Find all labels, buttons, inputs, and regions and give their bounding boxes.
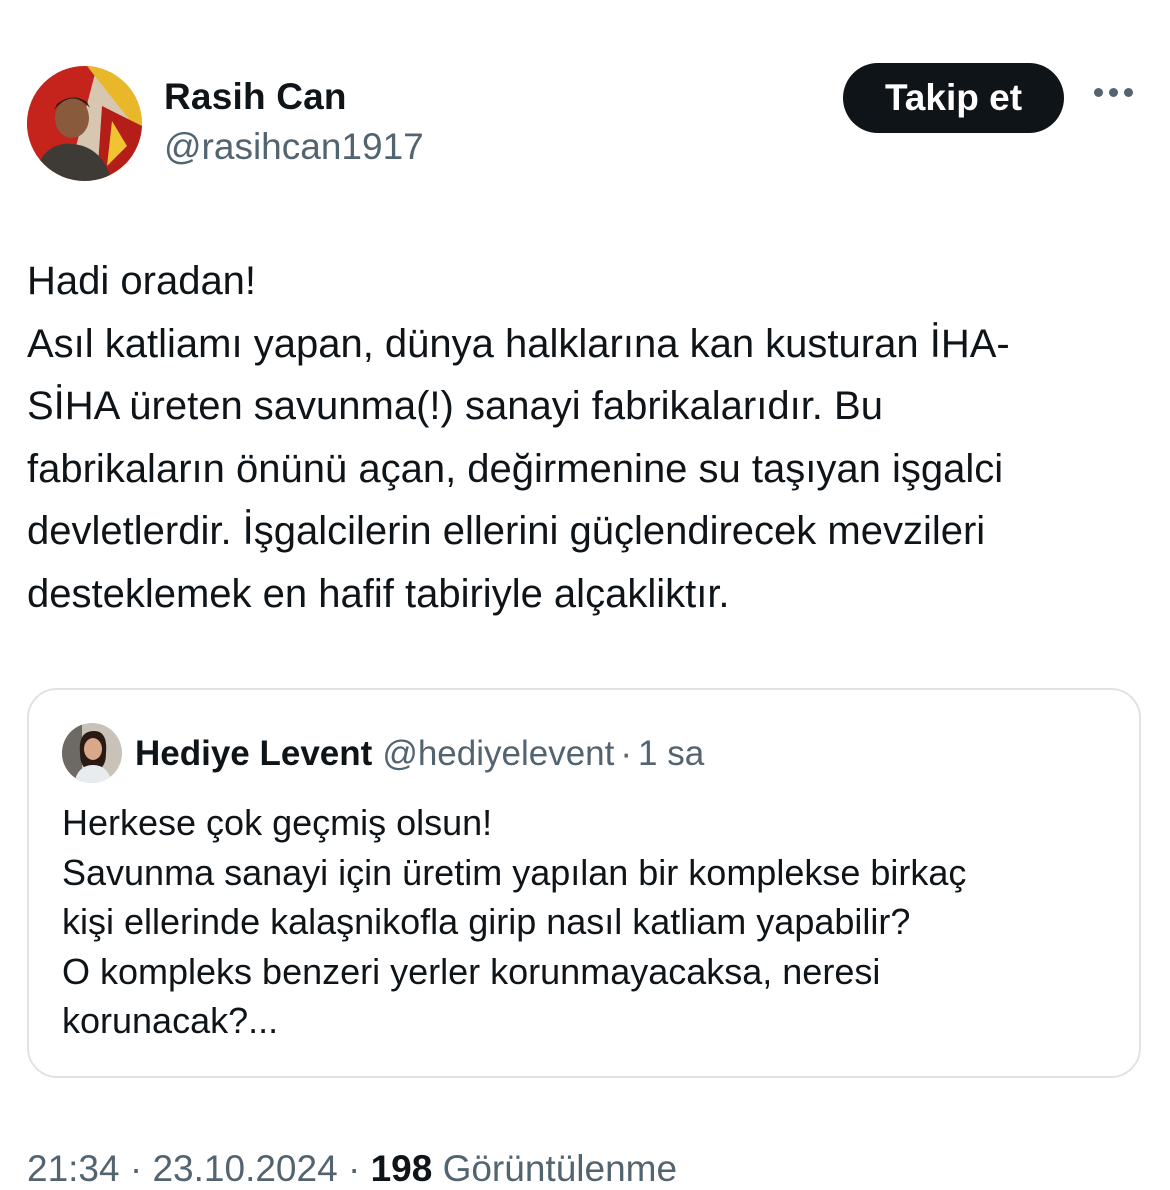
tweet-date[interactable]: 23.10.2024 xyxy=(152,1148,337,1189)
footer-separator: · xyxy=(129,1148,143,1189)
tweet-line: Hadi oradan! xyxy=(27,259,257,303)
quoted-line: Herkese çok geçmiş olsun! xyxy=(62,802,493,843)
author-handle[interactable]: @rasihcan1917 xyxy=(164,126,424,168)
quoted-line: korunacak?... xyxy=(62,1000,279,1041)
quoted-header: Hediye Levent @hediyelevent · 1 sa xyxy=(135,734,704,774)
views-label: Görüntülenme xyxy=(442,1148,678,1189)
tweet-time[interactable]: 21:34 xyxy=(27,1148,120,1189)
author-avatar[interactable] xyxy=(27,66,142,181)
avatar-photo xyxy=(27,66,142,181)
tweet-line: fabrikaların önünü açan, değirmenine su … xyxy=(27,446,1004,491)
author-name[interactable]: Rasih Can xyxy=(164,76,347,118)
quoted-line: Savunma sanayi için üretim yapılan bir k… xyxy=(62,851,967,893)
quoted-author-handle[interactable]: @hediyelevent xyxy=(382,734,614,773)
quoted-separator: · xyxy=(620,734,633,773)
follow-button[interactable]: Takip et xyxy=(843,63,1064,133)
quoted-avatar-photo xyxy=(62,723,122,783)
footer-separator: · xyxy=(347,1148,361,1189)
views-count: 198 xyxy=(370,1148,433,1189)
tweet-line: desteklemek en hafif tabiriyle alçaklikt… xyxy=(27,571,730,616)
more-horizontal-icon[interactable] xyxy=(1094,88,1133,97)
tweet-line: devletlerdir. İşgalcilerin ellerini güçl… xyxy=(27,509,986,553)
quoted-line: O kompleks benzeri yerler korunmayacaksa… xyxy=(62,950,881,992)
quoted-timestamp[interactable]: 1 sa xyxy=(638,734,704,773)
tweet-line: Asıl katliamı yapan, dünya halklarına ka… xyxy=(27,321,1010,366)
tweet-text: Hadi oradan! Asıl katliamı yapan, dünya … xyxy=(27,250,1147,625)
quoted-tweet-card[interactable]: Hediye Levent @hediyelevent · 1 sa Herkese … xyxy=(27,688,1141,1078)
quoted-line: kişi ellerinde kalaşnikofla girip nasıl … xyxy=(62,901,911,942)
tweet-line: SİHA üreten savunma(!) sanayi fabrikalar… xyxy=(27,384,883,428)
quoted-author-avatar[interactable] xyxy=(62,723,122,783)
tweet-footer: 21:34 · 23.10.2024 · 198 Görüntülenme xyxy=(27,1148,677,1190)
quoted-tweet-text: Herkese çok geçmiş olsun! Savunma sanayi… xyxy=(62,798,1112,1046)
quoted-author-name[interactable]: Hediye Levent xyxy=(135,734,372,773)
